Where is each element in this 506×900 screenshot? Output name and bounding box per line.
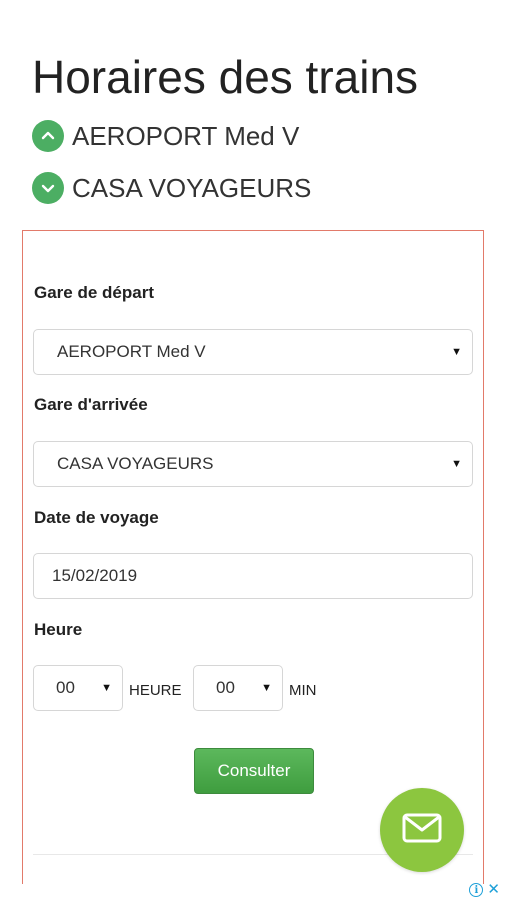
minute-select-value: 00: [216, 678, 235, 697]
ad-info-icon[interactable]: i: [469, 883, 484, 897]
caret-down-icon: ▼: [101, 682, 112, 694]
hour-unit-label: HEURE: [129, 682, 182, 699]
caret-down-icon: ▼: [261, 682, 272, 694]
from-station-name: AEROPORT Med V: [72, 120, 300, 151]
mail-icon: [402, 813, 442, 848]
caret-down-icon: ▼: [451, 458, 462, 470]
to-station-row[interactable]: CASA VOYAGEURS: [32, 172, 311, 204]
to-station-name: CASA VOYAGEURS: [72, 172, 312, 203]
contact-fab[interactable]: [380, 788, 464, 872]
date-input[interactable]: 15/02/2019: [33, 553, 473, 599]
time-label: Heure: [34, 620, 83, 639]
hour-select[interactable]: 00 ▼: [33, 665, 123, 711]
arrival-select[interactable]: CASA VOYAGEURS ▼: [33, 441, 473, 487]
consulter-button[interactable]: Consulter: [194, 748, 314, 794]
page: Horaires des trains AEROPORT Med V CASA …: [0, 0, 506, 900]
arrival-label: Gare d'arrivée: [34, 395, 148, 414]
date-input-value: 15/02/2019: [52, 566, 138, 585]
ad-controls: i ✕: [469, 882, 500, 897]
minute-unit-label: MIN: [289, 682, 317, 699]
minute-select[interactable]: 00 ▼: [193, 665, 283, 711]
date-label: Date de voyage: [34, 508, 159, 527]
page-title: Horaires des trains: [32, 51, 419, 103]
from-station-row[interactable]: AEROPORT Med V: [32, 120, 299, 152]
departure-label: Gare de départ: [34, 283, 154, 302]
ad-close-icon[interactable]: ✕: [487, 882, 500, 897]
hour-select-value: 00: [56, 678, 75, 697]
ad-banner[interactable]: [0, 884, 506, 900]
arrival-select-value: CASA VOYAGEURS: [57, 454, 214, 473]
caret-down-icon: ▼: [451, 346, 462, 358]
chevron-down-icon[interactable]: [32, 172, 64, 204]
departure-select[interactable]: AEROPORT Med V ▼: [33, 329, 473, 375]
departure-select-value: AEROPORT Med V: [57, 342, 206, 361]
chevron-up-icon[interactable]: [32, 120, 64, 152]
